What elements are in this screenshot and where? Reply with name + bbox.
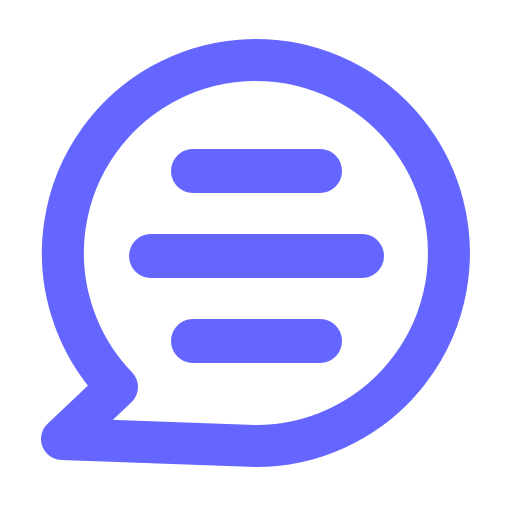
icon-canvas bbox=[0, 0, 512, 512]
chat-bubble-icon bbox=[41, 39, 470, 467]
